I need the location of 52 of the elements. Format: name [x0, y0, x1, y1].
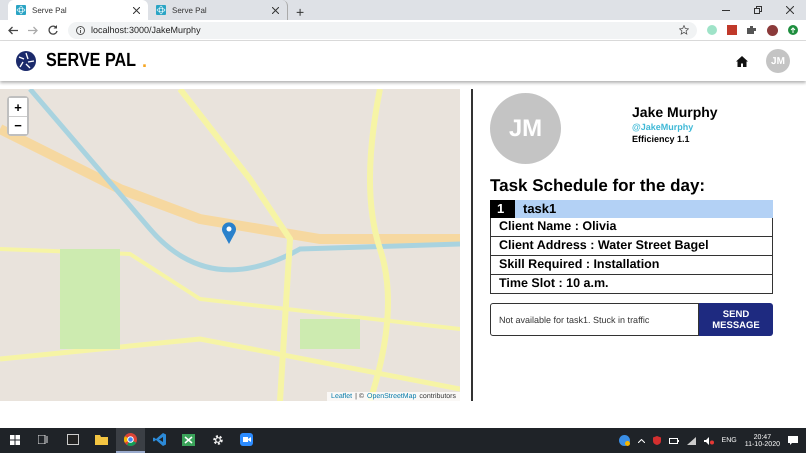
task-name: task1 [522, 200, 556, 218]
restore-icon[interactable] [754, 6, 762, 14]
profile-avatar-icon[interactable] [767, 24, 778, 36]
task-detail-row: Client Address : Water Street Bagel [490, 237, 773, 256]
send-message-button[interactable]: SEND MESSAGE [699, 303, 773, 336]
close-icon[interactable] [786, 6, 794, 14]
map-pin-icon[interactable] [222, 222, 236, 244]
windows-start-icon[interactable] [10, 434, 20, 444]
folder-icon[interactable] [95, 434, 108, 445]
task-detail-row: Client Name : Olivia [490, 218, 773, 237]
info-icon [76, 26, 85, 34]
task-detail-row: Time Slot : 10 a.m. [490, 275, 773, 294]
browser-icon[interactable] [124, 433, 137, 446]
puzzle-icon[interactable] [747, 25, 757, 35]
message-input-field[interactable]: Not available for task1. Stuck in traffic [490, 303, 699, 336]
window-icon[interactable] [66, 434, 78, 445]
wifi-icon[interactable] [686, 436, 696, 444]
task-number: 1 [490, 200, 515, 218]
browser-tab[interactable]: Serve Pal [8, 0, 148, 20]
task-detail-row: Skill Required : Installation [490, 256, 773, 275]
address-bar[interactable]: localhost:3000/JakeMurphy [68, 22, 697, 38]
close-icon[interactable] [133, 6, 140, 14]
help-icon[interactable] [618, 435, 630, 446]
react-logo-icon [156, 5, 166, 15]
aperture-logo-icon [16, 51, 36, 71]
chevron-up-icon[interactable] [638, 438, 645, 442]
code-editor-icon[interactable] [153, 433, 166, 446]
user-name: Jake Murphy [632, 104, 718, 120]
home-icon[interactable] [736, 56, 748, 66]
taskbar-app[interactable] [116, 428, 145, 453]
notification-icon[interactable] [788, 436, 798, 445]
efficiency-text: Efficiency 1.1 [632, 134, 691, 144]
zoom-out-button[interactable]: − [9, 116, 27, 134]
react-logo-icon [16, 5, 26, 15]
volume-muted-icon[interactable] [704, 436, 714, 444]
settings-icon[interactable] [212, 434, 224, 446]
profile-avatar: JM [490, 93, 561, 164]
reload-icon[interactable] [48, 25, 58, 35]
update-icon[interactable] [788, 25, 798, 35]
task-view-icon[interactable] [38, 435, 49, 444]
schedule-title: Task Schedule for the day: [490, 176, 706, 196]
spreadsheet-icon[interactable] [182, 434, 195, 446]
battery-icon[interactable] [668, 438, 679, 444]
new-tab-button[interactable]: + [288, 4, 312, 20]
star-icon[interactable] [679, 25, 689, 35]
brand-dot: . [142, 50, 147, 72]
brand-name: SERVE PAL [46, 50, 136, 72]
user-handle: @JakeMurphy [632, 122, 694, 132]
back-arrow-icon[interactable] [8, 26, 18, 34]
shield-icon[interactable] [652, 436, 661, 445]
video-camera-icon[interactable] [240, 433, 253, 446]
close-icon[interactable] [272, 6, 279, 14]
